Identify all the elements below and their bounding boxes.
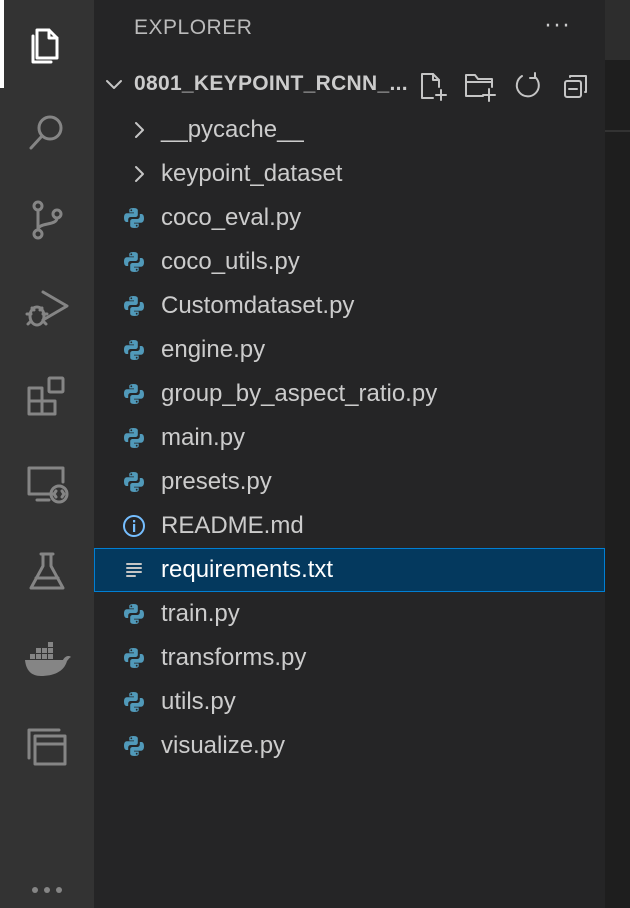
tree-file-row[interactable]: transforms.py xyxy=(94,636,605,680)
python-file-icon xyxy=(122,426,146,450)
editor-tab-strip xyxy=(605,0,630,60)
python-file-icon xyxy=(122,602,146,626)
tree-file-row[interactable]: utils.py xyxy=(94,680,605,724)
tree-item-label: transforms.py xyxy=(161,644,307,671)
docker-icon xyxy=(21,636,73,684)
run-debug-button[interactable] xyxy=(0,264,94,352)
python-file-icon xyxy=(122,690,146,714)
tree-item-label: requirements.txt xyxy=(161,556,334,583)
new-folder-icon xyxy=(465,74,496,102)
tree-file-row[interactable]: engine.py xyxy=(94,328,605,372)
activity-bar xyxy=(0,0,94,908)
tree-item-label: Customdataset.py xyxy=(161,292,355,319)
text-file-icon xyxy=(122,558,146,582)
tree-item-label: coco_eval.py xyxy=(161,204,302,231)
testing-button[interactable] xyxy=(0,528,94,616)
python-file-icon xyxy=(122,250,146,274)
new-file-icon xyxy=(421,73,447,101)
tree-file-row[interactable]: coco_eval.py xyxy=(94,196,605,240)
python-file-icon xyxy=(122,338,146,362)
tree-item-label: engine.py xyxy=(161,336,266,363)
tree-file-row[interactable]: README.md xyxy=(94,504,605,548)
collapse-all-button[interactable] xyxy=(558,68,594,104)
explorer-sidebar: EXPLORER ··· 0801_KEYPOINT_RCNN_... __py… xyxy=(94,0,605,908)
tree-item-label: README.md xyxy=(161,512,304,539)
refresh-button[interactable] xyxy=(510,68,546,104)
tree-folder-row[interactable]: __pycache__ xyxy=(94,108,605,152)
tree-file-row[interactable]: visualize.py xyxy=(94,724,605,768)
search-button[interactable] xyxy=(0,88,94,176)
new-file-button[interactable] xyxy=(414,68,450,104)
tree-file-row[interactable]: Customdataset.py xyxy=(94,284,605,328)
files-icon xyxy=(23,20,71,68)
remote-explorer-icon xyxy=(23,460,71,508)
folder-section-header[interactable]: 0801_KEYPOINT_RCNN_... xyxy=(94,62,605,106)
extensions-button[interactable] xyxy=(0,352,94,440)
remote-explorer-button[interactable] xyxy=(0,440,94,528)
info-icon xyxy=(122,514,146,538)
chevron-right-icon xyxy=(130,118,150,142)
editor-divider xyxy=(605,130,630,132)
search-icon xyxy=(23,108,71,156)
chevron-right-icon xyxy=(130,162,150,186)
collapse-all-icon xyxy=(564,75,587,98)
tree-file-row[interactable]: group_by_aspect_ratio.py xyxy=(94,372,605,416)
run-debug-icon xyxy=(23,284,71,332)
more-actions-button[interactable]: ··· xyxy=(538,8,578,44)
python-file-icon xyxy=(122,470,146,494)
tree-item-label: train.py xyxy=(161,600,240,627)
more-button[interactable] xyxy=(0,860,94,908)
python-file-icon xyxy=(122,382,146,406)
windows-button[interactable] xyxy=(0,704,94,792)
tree-item-label: visualize.py xyxy=(161,732,286,759)
tree-item-label: coco_utils.py xyxy=(161,248,300,275)
explorer-button[interactable] xyxy=(0,0,94,88)
editor-area xyxy=(605,0,630,908)
more-icon xyxy=(23,860,71,900)
active-indicator xyxy=(0,0,4,88)
tree-item-label: utils.py xyxy=(161,688,236,715)
chevron-down-icon xyxy=(106,80,122,89)
tree-item-label: presets.py xyxy=(161,468,272,495)
tree-file-row[interactable]: requirements.txt xyxy=(94,548,605,592)
flask-icon xyxy=(23,548,71,596)
refresh-icon xyxy=(515,72,540,98)
tree-item-label: main.py xyxy=(161,424,246,451)
tree-item-label: keypoint_dataset xyxy=(161,160,343,187)
folder-name: 0801_KEYPOINT_RCNN_... xyxy=(134,72,408,95)
windows-icon xyxy=(23,724,71,772)
python-file-icon xyxy=(122,646,146,670)
tree-item-label: group_by_aspect_ratio.py xyxy=(161,380,438,407)
more-actions-icon: ··· xyxy=(544,13,572,39)
tree-file-row[interactable]: main.py xyxy=(94,416,605,460)
python-file-icon xyxy=(122,734,146,758)
tree-item-label: __pycache__ xyxy=(161,116,304,143)
python-file-icon xyxy=(122,294,146,318)
sidebar-title: EXPLORER xyxy=(134,16,253,39)
tree-file-row[interactable]: presets.py xyxy=(94,460,605,504)
tree-folder-row[interactable]: keypoint_dataset xyxy=(94,152,605,196)
source-control-button[interactable] xyxy=(0,176,94,264)
tree-file-row[interactable]: coco_utils.py xyxy=(94,240,605,284)
new-folder-button[interactable] xyxy=(462,68,498,104)
source-control-icon xyxy=(23,196,71,244)
tree-file-row[interactable]: train.py xyxy=(94,592,605,636)
docker-button[interactable] xyxy=(0,616,94,704)
python-file-icon xyxy=(122,206,146,230)
extensions-icon xyxy=(23,372,71,420)
